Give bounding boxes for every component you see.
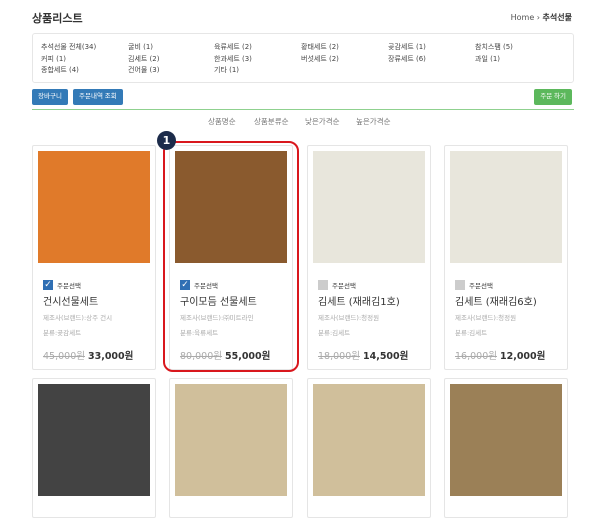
product-price: 18,000원 14,500원 [318,348,408,362]
sort-by-name[interactable]: 상품명순 [208,116,236,127]
cart-button[interactable]: 장바구니 [32,89,68,105]
category-link[interactable]: 한과세트 (3) [214,54,252,64]
product-maker: 제조사(브랜드):청정원 [455,314,517,322]
product-price: 16,000원 12,000원 [455,348,545,362]
order-select-checkbox[interactable] [455,280,465,290]
category-link[interactable]: 장류세트 (6) [388,54,426,64]
sort-by-category[interactable]: 상품분류순 [254,116,289,127]
page-title: 상품리스트 [32,12,83,25]
category-link[interactable]: 건어물 (3) [128,65,159,75]
category-link[interactable]: 과일 (1) [475,54,500,64]
original-price: 45,000원 [43,351,85,362]
order-button[interactable]: 주문 하기 [534,89,572,105]
order-select-label: 주문선택 [469,282,493,290]
product-price: 45,000원 33,000원 [43,348,133,362]
annotation-badge: 1 [157,131,176,150]
product-card[interactable] [444,378,568,518]
category-link[interactable]: 기타 (1) [214,65,239,75]
sort-by-low-price[interactable]: 낮은가격순 [305,116,340,127]
order-select-checkbox[interactable]: ✓ [43,280,53,290]
breadcrumb-separator: › [536,13,540,22]
product-category: 분류:김세트 [318,329,351,337]
product-card[interactable] [169,378,293,518]
category-link[interactable]: 추석선물 전체(34) [41,42,96,52]
product-card[interactable]: 주문선택 김세트 (재래김6호) 제조사(브랜드):청정원 분류:김세트 16,… [444,145,568,370]
product-image[interactable] [450,384,562,496]
category-link[interactable]: 버섯세트 (2) [301,54,339,64]
breadcrumb-home[interactable]: Home [511,13,535,22]
product-card[interactable]: 주문선택 김세트 (재래김1호) 제조사(브랜드):청정원 분류:김세트 18,… [307,145,431,370]
category-link[interactable]: 김세트 (2) [128,54,159,64]
product-name[interactable]: 건시선물세트 [43,293,98,308]
highlight-box [163,141,299,372]
breadcrumb: Home › 추석선물 [511,12,572,23]
breadcrumb-current: 추석선물 [542,13,572,22]
product-card[interactable] [32,378,156,518]
category-link[interactable]: 육류세트 (2) [214,42,252,52]
product-category: 분류:곶감세트 [43,329,82,337]
product-image[interactable] [175,384,287,496]
original-price: 16,000원 [455,351,497,362]
sale-price: 14,500원 [362,351,409,362]
order-select-label: 주문선택 [332,282,356,290]
category-link[interactable]: 종합세트 (4) [41,65,79,75]
product-image[interactable] [38,384,150,496]
category-link[interactable]: 굴비 (1) [128,42,153,52]
product-maker: 제조사(브랜드):상주 건시 [43,314,113,322]
category-link[interactable]: 곶감세트 (1) [388,42,426,52]
product-image[interactable] [450,151,562,263]
sale-price: 12,000원 [499,351,546,362]
product-maker: 제조사(브랜드):청정원 [318,314,380,322]
original-price: 18,000원 [318,351,360,362]
product-image[interactable] [313,151,425,263]
order-select-label: 주문선택 [57,282,81,290]
product-name[interactable]: 김세트 (재래김1호) [318,293,400,308]
category-link[interactable]: 황태세트 (2) [301,42,339,52]
divider [32,109,574,110]
product-name[interactable]: 김세트 (재래김6호) [455,293,537,308]
product-card[interactable]: ✓ 주문선택 건시선물세트 제조사(브랜드):상주 건시 분류:곶감세트 45,… [32,145,156,370]
product-image[interactable] [38,151,150,263]
sort-by-high-price[interactable]: 높은가격순 [356,116,391,127]
sale-price: 33,000원 [87,351,134,362]
order-history-button[interactable]: 주문내역 조회 [73,89,123,105]
order-select-checkbox[interactable] [318,280,328,290]
product-category: 분류:김세트 [455,329,488,337]
product-card[interactable] [307,378,431,518]
category-link[interactable]: 커피 (1) [41,54,66,64]
category-list: 추석선물 전체(34) 굴비 (1) 육류세트 (2) 황태세트 (2) 곶감세트 (1… [32,33,574,83]
product-image[interactable] [313,384,425,496]
category-link[interactable]: 참치스팸 (5) [475,42,513,52]
